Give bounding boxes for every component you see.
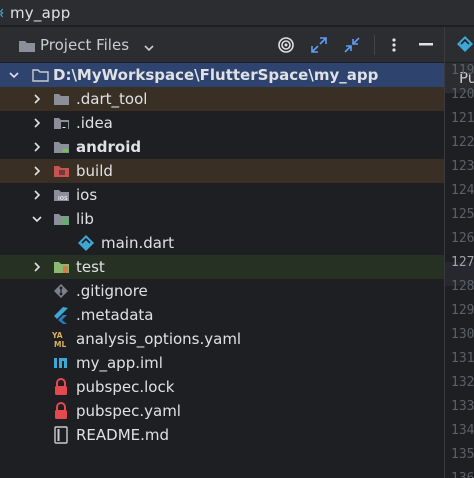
chevron-right-icon[interactable]: [31, 141, 43, 153]
tree-row[interactable]: my_app.iml: [0, 351, 444, 375]
tree-row-label: build: [76, 162, 113, 180]
chevron-right-icon[interactable]: [31, 165, 43, 177]
git-icon: [52, 282, 70, 300]
line-number: 127: [451, 255, 474, 270]
lock-icon: [52, 378, 70, 396]
tree-row-label: test: [76, 258, 105, 276]
chevron-right-icon[interactable]: [31, 261, 43, 273]
tree-row-label: README.md: [76, 426, 170, 444]
line-number: 121: [451, 111, 474, 126]
tree-row-label: .gitignore: [76, 282, 148, 300]
markdown-icon: [52, 426, 70, 444]
tree-row-label: ios: [76, 186, 98, 204]
tree-root-label: D:\MyWorkspace\FlutterSpace\my_app: [53, 66, 379, 84]
lock-icon: [52, 402, 70, 420]
line-number: 135: [451, 447, 474, 462]
excluded-folder-icon: [52, 162, 70, 180]
tree-row[interactable]: lib: [0, 207, 444, 231]
more-vertical-icon[interactable]: [384, 35, 404, 55]
line-number: 126: [451, 231, 474, 246]
tree-row-label: lib: [76, 210, 94, 228]
tree-row[interactable]: pubspec.yaml: [0, 399, 444, 423]
android-folder-icon: [52, 138, 70, 156]
line-number: 130: [451, 327, 474, 342]
tree-row[interactable]: test: [0, 255, 444, 279]
tree-row[interactable]: iOS ios: [0, 183, 444, 207]
tree-row-label: .metadata: [76, 306, 154, 324]
line-number: 120: [451, 87, 474, 102]
chevron-down-icon[interactable]: [143, 39, 155, 51]
chevron-right-icon[interactable]: [31, 93, 43, 105]
view-selector[interactable]: Project Files: [40, 36, 129, 54]
minus-icon[interactable]: [416, 35, 436, 55]
svg-text:ML: ML: [54, 340, 66, 348]
tree-root-row[interactable]: D:\MyWorkspace\FlutterSpace\my_app: [0, 63, 444, 87]
title-bar: my_app: [0, 0, 474, 26]
line-number: 136: [451, 471, 474, 478]
window-title: my_app: [10, 3, 71, 22]
toolbar-separator: [374, 35, 375, 55]
ide-window: my_app Project Files Pu 119 120 121 122 …: [0, 0, 474, 478]
flutter-icon: [52, 306, 70, 324]
tree-row[interactable]: .metadata: [0, 303, 444, 327]
line-number: 132: [451, 375, 474, 390]
chevron-right-icon[interactable]: [31, 189, 43, 201]
dart-icon: [77, 234, 95, 252]
tree-row-label: .dart_tool: [76, 90, 148, 108]
tree-row[interactable]: YA ML analysis_options.yaml: [0, 327, 444, 351]
tree-row[interactable]: README.md: [0, 423, 444, 447]
tree-row[interactable]: .idea: [0, 111, 444, 135]
tree-row[interactable]: android: [0, 135, 444, 159]
project-tree: D:\MyWorkspace\FlutterSpace\my_app .dart…: [0, 63, 444, 478]
tree-row[interactable]: pubspec.lock: [0, 375, 444, 399]
tree-row[interactable]: .dart_tool: [0, 87, 444, 111]
tree-row-label: pubspec.lock: [76, 378, 175, 396]
test-folder-icon: [52, 258, 70, 276]
svg-text:YA: YA: [52, 331, 63, 340]
chevron-down-icon[interactable]: [31, 213, 43, 225]
collapse-all-icon[interactable]: [342, 35, 362, 55]
chevron-right-icon[interactable]: [31, 117, 43, 129]
expand-all-icon[interactable]: [309, 35, 329, 55]
line-number: 124: [451, 183, 474, 198]
project-toolbar: Project Files: [0, 27, 444, 63]
tree-row-label: android: [76, 138, 142, 156]
tree-row-label: analysis_options.yaml: [76, 330, 242, 348]
tree-row-label: .idea: [76, 114, 113, 132]
tree-row-label: main.dart: [101, 234, 175, 252]
window-edge-icon: [0, 6, 4, 20]
svg-text:iOS: iOS: [58, 196, 68, 202]
tree-row[interactable]: build: [0, 159, 444, 183]
tree-row[interactable]: .gitignore: [0, 279, 444, 303]
line-number: 134: [451, 423, 474, 438]
folder-icon: [18, 38, 36, 52]
dart-icon[interactable]: [456, 35, 474, 57]
folder-icon: [31, 66, 49, 84]
tree-row-label: my_app.iml: [76, 354, 163, 372]
tree-row[interactable]: main.dart: [0, 231, 444, 255]
editor-area: Pu 119 120 121 122 123 124 125 126 127 128 129 130 1…: [444, 27, 474, 478]
line-number: 128: [451, 279, 474, 294]
editor-tab-bar: [445, 27, 474, 63]
target-icon[interactable]: [276, 35, 296, 55]
tree-row-label: pubspec.yaml: [76, 402, 181, 420]
chevron-down-icon[interactable]: [8, 69, 20, 81]
line-number: 131: [451, 351, 474, 366]
line-number: 133: [451, 399, 474, 414]
line-number: 122: [451, 135, 474, 150]
source-folder-icon: [52, 210, 70, 228]
yaml-icon: YA ML: [52, 330, 70, 348]
idea-folder-icon: [52, 114, 70, 132]
iml-icon: [52, 354, 70, 372]
line-number: 125: [451, 207, 474, 222]
line-number: 123: [451, 159, 474, 174]
line-number: 129: [451, 303, 474, 318]
ios-folder-icon: iOS: [52, 186, 70, 204]
folder-icon: [52, 90, 70, 108]
line-number: 119: [451, 63, 474, 78]
